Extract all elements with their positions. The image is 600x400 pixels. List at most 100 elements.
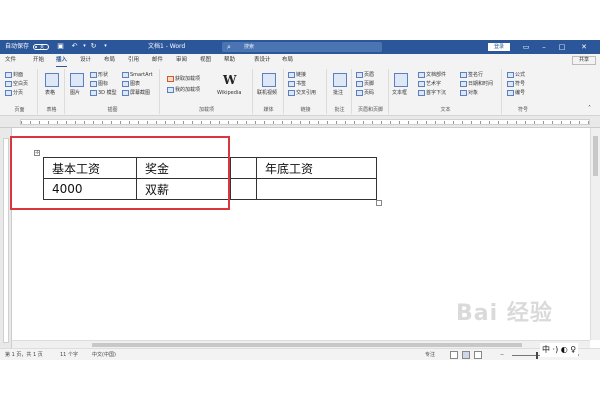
- scroll-thumb[interactable]: [593, 136, 598, 176]
- signature-line-icon: [460, 71, 467, 78]
- quick-parts-button[interactable]: 文档部件: [418, 71, 446, 79]
- number-icon: [507, 89, 514, 96]
- word-count[interactable]: 11 个字: [60, 351, 78, 359]
- number-button[interactable]: 编号: [507, 89, 525, 97]
- ime-toolbar[interactable]: 中 ·) ◐ ♀: [540, 343, 579, 357]
- watermark: Bai 经验: [456, 301, 553, 326]
- my-addins-button[interactable]: 我的加载项: [167, 86, 200, 94]
- link-icon: [288, 71, 295, 78]
- icons-button[interactable]: 图标: [90, 80, 108, 88]
- tab-references[interactable]: 引用: [128, 56, 139, 65]
- page-number-icon: [356, 89, 363, 96]
- language-indicator[interactable]: 中文(中国): [92, 351, 116, 359]
- online-video-icon[interactable]: [262, 73, 276, 87]
- status-bar: 第 1 页，共 1 页 11 个字 中文(中国) 专注 − 100%: [0, 348, 600, 360]
- cross-reference-button[interactable]: 交叉引用: [288, 89, 316, 97]
- wikipedia-button[interactable]: Wikipedia: [217, 89, 241, 97]
- header-button[interactable]: 页眉: [356, 71, 374, 79]
- vertical-scrollbar[interactable]: [590, 128, 600, 340]
- cover-page-button[interactable]: 封面: [5, 71, 23, 79]
- print-layout-icon[interactable]: [462, 351, 470, 359]
- group-label-pages: 页面: [14, 107, 25, 113]
- smartart-button[interactable]: SmartArt: [122, 71, 153, 79]
- minimize-icon[interactable]: –: [538, 41, 550, 53]
- group-label-tables: 表格: [46, 107, 57, 113]
- get-addins-button[interactable]: 获取加载项: [167, 75, 200, 83]
- object-button[interactable]: 对象: [460, 89, 478, 97]
- bookmark-button[interactable]: 书签: [288, 80, 306, 88]
- maximize-icon[interactable]: □: [556, 41, 568, 53]
- tab-insert[interactable]: 插入: [56, 56, 68, 67]
- chart-button[interactable]: 图表: [122, 80, 140, 88]
- scroll-thumb[interactable]: [92, 343, 522, 347]
- tab-mailings[interactable]: 邮件: [152, 56, 163, 65]
- web-layout-icon[interactable]: [474, 351, 482, 359]
- equation-button[interactable]: 公式: [507, 71, 525, 79]
- comment-button[interactable]: 批注: [333, 89, 343, 97]
- tab-home[interactable]: 开始: [33, 56, 44, 65]
- shapes-button[interactable]: 形状: [90, 71, 108, 79]
- textbox-button[interactable]: 文本框: [392, 89, 407, 97]
- zoom-out-icon[interactable]: −: [500, 351, 504, 359]
- symbol-button[interactable]: 符号: [507, 80, 525, 88]
- redo-icon[interactable]: ↻: [89, 42, 98, 51]
- icons-icon: [90, 80, 97, 87]
- tab-help[interactable]: 帮助: [224, 56, 235, 65]
- horizontal-ruler[interactable]: [0, 116, 600, 128]
- tab-table-design[interactable]: 表设计: [254, 56, 271, 65]
- textbox-icon[interactable]: [394, 73, 408, 87]
- footer-button[interactable]: 页脚: [356, 80, 374, 88]
- tab-layout[interactable]: 布局: [104, 56, 115, 65]
- page-break-button[interactable]: 分页: [5, 89, 23, 97]
- tab-view[interactable]: 视图: [200, 56, 211, 65]
- comment-icon[interactable]: [333, 73, 347, 87]
- search-box[interactable]: ⌕ 搜索: [222, 42, 382, 52]
- online-video-button[interactable]: 联机视频: [257, 89, 277, 97]
- table-cell[interactable]: 年底工资: [256, 157, 377, 179]
- group-illustrations: 图片 形状 图标 3D 模型 SmartArt 图表 屏幕截图 插图: [66, 69, 160, 114]
- tab-review[interactable]: 审阅: [176, 56, 187, 65]
- collapse-ribbon-icon[interactable]: ˄: [588, 105, 591, 113]
- table-button[interactable]: 表格: [45, 89, 55, 97]
- horizontal-scrollbar[interactable]: [12, 340, 590, 348]
- tab-table-layout[interactable]: 布局: [282, 56, 293, 65]
- title-bar: 自动保存 关 ▣ ↶ ▾ ↻ ▾ 文档1 - Word ⌕ 搜索 登录 ▭ – …: [0, 40, 600, 54]
- page-count[interactable]: 第 1 页，共 1 页: [5, 351, 43, 359]
- table-resize-handle[interactable]: [376, 200, 382, 206]
- group-label-media: 媒体: [263, 107, 274, 113]
- signature-line-button[interactable]: 签名行: [460, 71, 483, 79]
- 3d-models-button[interactable]: 3D 模型: [90, 89, 117, 97]
- link-button[interactable]: 链接: [288, 71, 306, 79]
- share-button[interactable]: 共享: [572, 56, 596, 65]
- cover-page-icon: [5, 71, 12, 78]
- tab-file[interactable]: 文件: [5, 56, 16, 65]
- save-icon[interactable]: ▣: [56, 42, 65, 51]
- table-cell[interactable]: [256, 178, 377, 200]
- drop-cap-icon: [418, 89, 425, 96]
- blank-page-button[interactable]: 空白页: [5, 80, 28, 88]
- read-mode-icon[interactable]: [450, 351, 458, 359]
- date-time-button[interactable]: 日期和时间: [460, 80, 493, 88]
- ribbon-display-options-icon[interactable]: ▭: [520, 41, 532, 53]
- focus-mode-button[interactable]: 专注: [425, 351, 435, 359]
- wordart-button[interactable]: 艺术字: [418, 80, 441, 88]
- zoom-slider-knob[interactable]: [536, 352, 538, 359]
- drop-cap-button[interactable]: 首字下沉: [418, 89, 446, 97]
- table-icon[interactable]: [45, 73, 59, 87]
- table-cell[interactable]: [230, 178, 257, 200]
- undo-dropdown-icon[interactable]: ▾: [80, 42, 89, 51]
- group-label-addins: 加载项: [198, 107, 214, 113]
- wikipedia-logo[interactable]: W: [223, 73, 236, 87]
- undo-icon[interactable]: ↶: [70, 42, 79, 51]
- annotation-highlight-box: [10, 136, 230, 210]
- customize-toolbar-icon[interactable]: ▾: [101, 42, 110, 51]
- pictures-icon[interactable]: [70, 73, 84, 87]
- screenshot-button[interactable]: 屏幕截图: [122, 89, 150, 97]
- close-icon[interactable]: ✕: [578, 41, 590, 53]
- signin-button[interactable]: 登录: [488, 43, 510, 51]
- pictures-button[interactable]: 图片: [70, 89, 80, 97]
- table-cell[interactable]: [230, 157, 257, 179]
- tab-design[interactable]: 设计: [80, 56, 91, 65]
- autosave-label: 自动保存: [5, 43, 30, 50]
- page-number-button[interactable]: 页码: [356, 89, 374, 97]
